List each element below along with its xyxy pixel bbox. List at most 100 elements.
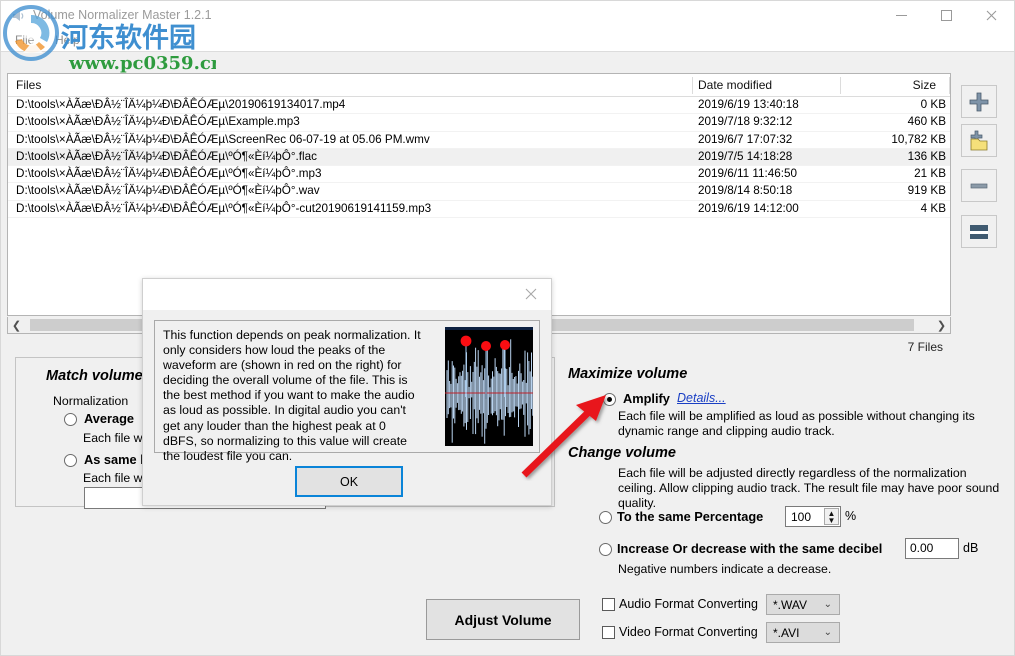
table-row[interactable]: D:\tools\×ÀÃæ\ÐÂ½¨ÎÄ¼þ¼Ð\ÐÂÊÓÆµ\ºÓ¶«Èí¼þ… xyxy=(8,166,950,184)
add-file-button[interactable] xyxy=(961,85,997,118)
radio-same-decibel[interactable] xyxy=(599,543,612,556)
video-format-value: *.AVI xyxy=(773,626,800,640)
date-modified-cell: 2019/6/11 11:46:50 xyxy=(698,167,797,181)
menu-bar: File Help xyxy=(1,30,1014,52)
date-modified-cell: 2019/8/14 8:50:18 xyxy=(698,184,793,198)
file-list-header: Files Date modified Size xyxy=(8,74,950,97)
title-bar: Volume Normalizer Master 1.2.1 xyxy=(1,1,1014,30)
video-format-select[interactable]: *.AVI ⌄ xyxy=(766,622,840,643)
file-path-cell: D:\tools\×ÀÃæ\ÐÂ½¨ÎÄ¼þ¼Ð\ÐÂÊÓÆµ\ºÓ¶«Èí¼þ… xyxy=(16,149,317,163)
change-volume-title: Change volume xyxy=(568,445,676,461)
dialog-body: This function depends on peak normalizat… xyxy=(154,320,540,463)
folder-plus-icon xyxy=(970,130,988,150)
radio-same-percentage[interactable] xyxy=(599,511,612,524)
size-cell: 21 KB xyxy=(914,167,946,181)
dialog-text: This function depends on peak normalizat… xyxy=(163,328,421,463)
watermark-url-text: www.pc0359.cn xyxy=(68,53,216,73)
percentage-unit: % xyxy=(845,509,857,523)
scroll-left-icon[interactable]: ❮ xyxy=(8,317,25,333)
radio-average[interactable] xyxy=(64,413,77,426)
file-path-cell: D:\tools\×ÀÃæ\ÐÂ½¨ÎÄ¼þ¼Ð\ÐÂÊÓÆµ\ScreenRe… xyxy=(16,132,430,146)
column-header-date-modified[interactable]: Date modified xyxy=(698,78,772,92)
size-cell: 0 KB xyxy=(920,98,946,111)
minimize-button[interactable] xyxy=(879,1,924,30)
dialog-close-icon[interactable] xyxy=(517,284,545,304)
audio-format-select[interactable]: *.WAV ⌄ xyxy=(766,594,840,615)
audio-format-checkbox[interactable] xyxy=(602,598,615,611)
date-modified-cell: 2019/7/18 9:32:12 xyxy=(698,115,793,129)
date-modified-cell: 2019/6/19 13:40:18 xyxy=(698,98,799,111)
menu-item-file[interactable]: File xyxy=(9,33,40,47)
maximize-volume-title: Maximize volume xyxy=(568,366,688,382)
column-divider xyxy=(949,77,950,94)
decibel-unit: dB xyxy=(963,541,979,555)
column-header-size[interactable]: Size xyxy=(846,78,946,92)
chevron-down-icon: ⌄ xyxy=(823,599,832,610)
column-divider xyxy=(840,77,841,94)
file-path-cell: D:\tools\×ÀÃæ\ÐÂ½¨ÎÄ¼þ¼Ð\ÐÂÊÓÆµ\20190619… xyxy=(16,98,346,111)
change-volume-description: Each file will be adjusted directly rega… xyxy=(618,466,1000,510)
table-row[interactable]: D:\tools\×ÀÃæ\ÐÂ½¨ÎÄ¼þ¼Ð\ÐÂÊÓÆµ\20190619… xyxy=(8,97,950,115)
file-path-cell: D:\tools\×ÀÃæ\ÐÂ½¨ÎÄ¼þ¼Ð\ÐÂÊÓÆµ\ºÓ¶«Èí¼þ… xyxy=(16,184,320,198)
table-row[interactable]: D:\tools\×ÀÃæ\ÐÂ½¨ÎÄ¼þ¼Ð\ÐÂÊÓÆµ\Example.… xyxy=(8,114,950,132)
column-header-files[interactable]: Files xyxy=(16,78,41,92)
radio-amplify-label[interactable]: Amplify xyxy=(623,391,670,406)
radio-same-decibel-label[interactable]: Increase Or decrease with the same decib… xyxy=(617,541,882,556)
video-format-checkbox[interactable] xyxy=(602,626,615,639)
audio-format-label: Audio Format Converting xyxy=(619,597,758,611)
column-divider xyxy=(692,77,693,94)
date-modified-cell: 2019/7/5 14:18:28 xyxy=(698,149,793,163)
radio-average-label[interactable]: Average xyxy=(84,411,134,426)
date-modified-cell: 2019/6/7 17:07:32 xyxy=(698,132,793,146)
add-folder-button[interactable] xyxy=(961,124,997,157)
size-cell: 136 KB xyxy=(907,149,946,163)
table-row[interactable]: D:\tools\×ÀÃæ\ÐÂ½¨ÎÄ¼þ¼Ð\ÐÂÊÓÆµ\ScreenRe… xyxy=(8,132,950,149)
peak-waveform-image xyxy=(445,327,533,446)
percentage-value[interactable]: 100 xyxy=(791,510,811,524)
date-modified-cell: 2019/6/19 14:12:00 xyxy=(698,201,799,215)
table-row[interactable]: D:\tools\×ÀÃæ\ÐÂ½¨ÎÄ¼þ¼Ð\ÐÂÊÓÆµ\ºÓ¶«Èí¼þ… xyxy=(8,148,950,167)
scroll-right-icon[interactable]: ❯ xyxy=(933,317,950,333)
radio-as-same-level[interactable] xyxy=(64,454,77,467)
stepper-arrows-icon[interactable]: ▲ ▼ xyxy=(824,508,839,525)
size-cell: 919 KB xyxy=(907,184,946,198)
adjust-volume-button[interactable]: Adjust Volume xyxy=(426,599,580,640)
menu-item-help[interactable]: Help xyxy=(49,33,86,47)
minus-icon xyxy=(970,183,988,188)
app-icon xyxy=(11,8,27,24)
dialog-ok-button[interactable]: OK xyxy=(295,466,403,497)
size-cell: 460 KB xyxy=(907,115,946,129)
details-link[interactable]: Details... xyxy=(677,391,726,405)
dialog-title-bar xyxy=(143,279,551,310)
radio-amplify[interactable] xyxy=(603,393,616,406)
close-icon[interactable] xyxy=(969,1,1014,30)
amplify-description: Each file will be amplified as loud as p… xyxy=(618,409,975,438)
table-row[interactable]: D:\tools\×ÀÃæ\ÐÂ½¨ÎÄ¼þ¼Ð\ÐÂÊÓÆµ\ºÓ¶«Èí¼þ… xyxy=(8,201,950,219)
file-path-cell: D:\tools\×ÀÃæ\ÐÂ½¨ÎÄ¼þ¼Ð\ÐÂÊÓÆµ\ºÓ¶«Èí¼þ… xyxy=(16,167,322,181)
clear-list-icon xyxy=(970,224,988,239)
match-volume-title: Match volume xyxy=(46,368,143,384)
maximize-button[interactable] xyxy=(924,1,969,30)
window-title: Volume Normalizer Master 1.2.1 xyxy=(33,8,212,22)
video-format-label: Video Format Converting xyxy=(619,625,758,639)
file-list-rows: D:\tools\×ÀÃæ\ÐÂ½¨ÎÄ¼þ¼Ð\ÐÂÊÓÆµ\20190619… xyxy=(8,97,950,219)
clear-list-button[interactable] xyxy=(961,215,997,248)
volume-options-panel: Maximize volume Amplify Details... Each … xyxy=(555,357,1003,582)
as-same-level-description: Each file w xyxy=(83,471,143,485)
average-description: Each file w xyxy=(83,431,143,445)
radio-same-percentage-label[interactable]: To the same Percentage xyxy=(617,509,763,524)
chevron-down-icon: ⌄ xyxy=(823,627,832,638)
percentage-stepper[interactable]: 100 ▲ ▼ xyxy=(785,506,841,527)
remove-file-button[interactable] xyxy=(961,169,997,202)
size-cell: 10,782 KB xyxy=(891,132,946,146)
file-path-cell: D:\tools\×ÀÃæ\ÐÂ½¨ÎÄ¼þ¼Ð\ÐÂÊÓÆµ\ºÓ¶«Èí¼þ… xyxy=(16,201,432,215)
file-count-status: 7 Files xyxy=(907,340,943,354)
normalization-label: Normalization xyxy=(53,394,129,408)
file-path-cell: D:\tools\×ÀÃæ\ÐÂ½¨ÎÄ¼þ¼Ð\ÐÂÊÓÆµ\Example.… xyxy=(16,115,300,129)
radio-as-same-level-label[interactable]: As same l xyxy=(84,452,144,467)
size-cell: 4 KB xyxy=(920,201,946,215)
decibel-input[interactable]: 0.00 xyxy=(905,538,959,559)
table-row[interactable]: D:\tools\×ÀÃæ\ÐÂ½¨ÎÄ¼þ¼Ð\ÐÂÊÓÆµ\ºÓ¶«Èí¼þ… xyxy=(8,183,950,201)
application-window: Volume Normalizer Master 1.2.1 File Help… xyxy=(0,0,1015,656)
audio-format-value: *.WAV xyxy=(773,598,808,612)
